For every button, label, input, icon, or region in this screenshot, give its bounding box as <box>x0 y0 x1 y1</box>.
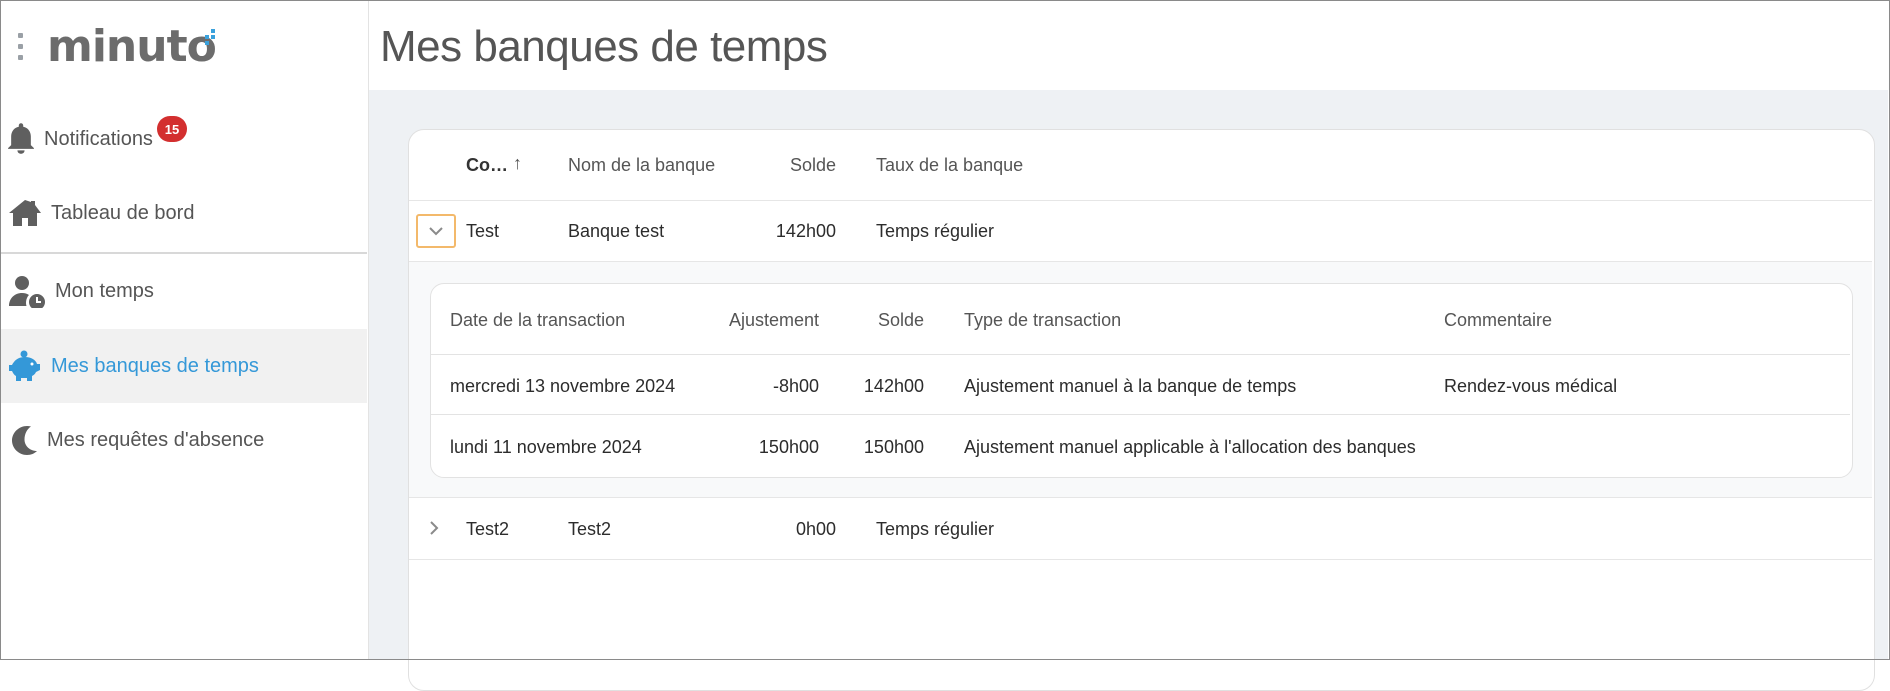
column-header-balance[interactable]: Solde <box>740 155 836 176</box>
column-header-balance[interactable]: Solde <box>840 310 924 331</box>
bank-name: Test2 <box>568 519 612 539</box>
sidebar-item-label: Mes requêtes d'absence <box>47 428 265 451</box>
transaction-date: mercredi 13 novembre 2024 <box>450 376 676 396</box>
sidebar-item-label: Mon temps <box>55 279 154 302</box>
transaction-comment: Rendez-vous médical <box>1444 376 1618 396</box>
home-icon <box>9 200 41 226</box>
divider <box>409 200 1872 201</box>
bell-icon <box>8 123 34 154</box>
transaction-balance: 142h00 <box>863 376 924 396</box>
menu-toggle-icon[interactable] <box>18 33 23 60</box>
sidebar-item-mon-temps[interactable]: Mon temps <box>0 254 367 328</box>
transaction-type: Ajustement manuel à la banque de temps <box>964 376 1297 396</box>
sidebar-item-label: Mes banques de temps <box>51 354 259 377</box>
collapse-row-button[interactable] <box>416 214 456 248</box>
piggy-bank-icon <box>9 350 40 381</box>
column-header-name[interactable]: Nom de la banque <box>568 155 715 176</box>
chevron-down-icon <box>429 227 443 236</box>
sidebar-item-notifications[interactable]: Notifications <box>0 102 367 176</box>
bank-name: Banque test <box>568 221 665 241</box>
divider <box>409 497 1872 498</box>
bank-balance: 142h00 <box>775 221 836 241</box>
bank-rate: Temps régulier <box>876 519 995 539</box>
sidebar-item-mes-requetes[interactable]: Mes requêtes d'absence <box>0 403 367 477</box>
sidebar-item-label: Notifications <box>44 127 153 150</box>
expand-row-button[interactable] <box>424 518 444 538</box>
sidebar-item-label: Tableau de bord <box>51 201 195 224</box>
moon-icon <box>12 426 37 455</box>
column-header-comment[interactable]: Commentaire <box>1444 310 1552 331</box>
transaction-balance: 150h00 <box>863 437 924 457</box>
sort-ascending-icon[interactable]: ↑ <box>513 153 522 174</box>
bank-rate: Temps régulier <box>876 221 995 241</box>
notification-count-badge: 15 <box>157 116 187 142</box>
divider <box>409 559 1872 560</box>
column-header-rate[interactable]: Taux de la banque <box>876 155 1023 176</box>
transaction-adjustment: -8h00 <box>772 376 819 396</box>
chevron-right-icon <box>430 521 439 535</box>
sidebar-item-dashboard[interactable]: Tableau de bord <box>0 176 367 250</box>
transaction-type: Ajustement manuel applicable à l'allocat… <box>964 437 1416 457</box>
bank-code: Test <box>466 221 500 241</box>
column-header-code[interactable]: Co… <box>466 155 508 176</box>
column-header-adjustment[interactable]: Ajustement <box>700 310 819 331</box>
column-header-type[interactable]: Type de transaction <box>964 310 1121 331</box>
page-title: Mes banques de temps <box>380 22 828 71</box>
transaction-date: lundi 11 novembre 2024 <box>450 437 642 457</box>
transaction-adjustment: 150h00 <box>758 437 819 457</box>
divider <box>431 414 1850 415</box>
divider <box>431 354 1850 355</box>
bank-code: Test2 <box>466 519 510 539</box>
sidebar-item-mes-banques[interactable]: Mes banques de temps <box>0 329 367 403</box>
user-clock-icon <box>9 276 45 308</box>
logo: minuto <box>47 21 217 72</box>
column-header-date[interactable]: Date de la transaction <box>450 310 625 331</box>
bank-balance: 0h00 <box>795 519 836 539</box>
